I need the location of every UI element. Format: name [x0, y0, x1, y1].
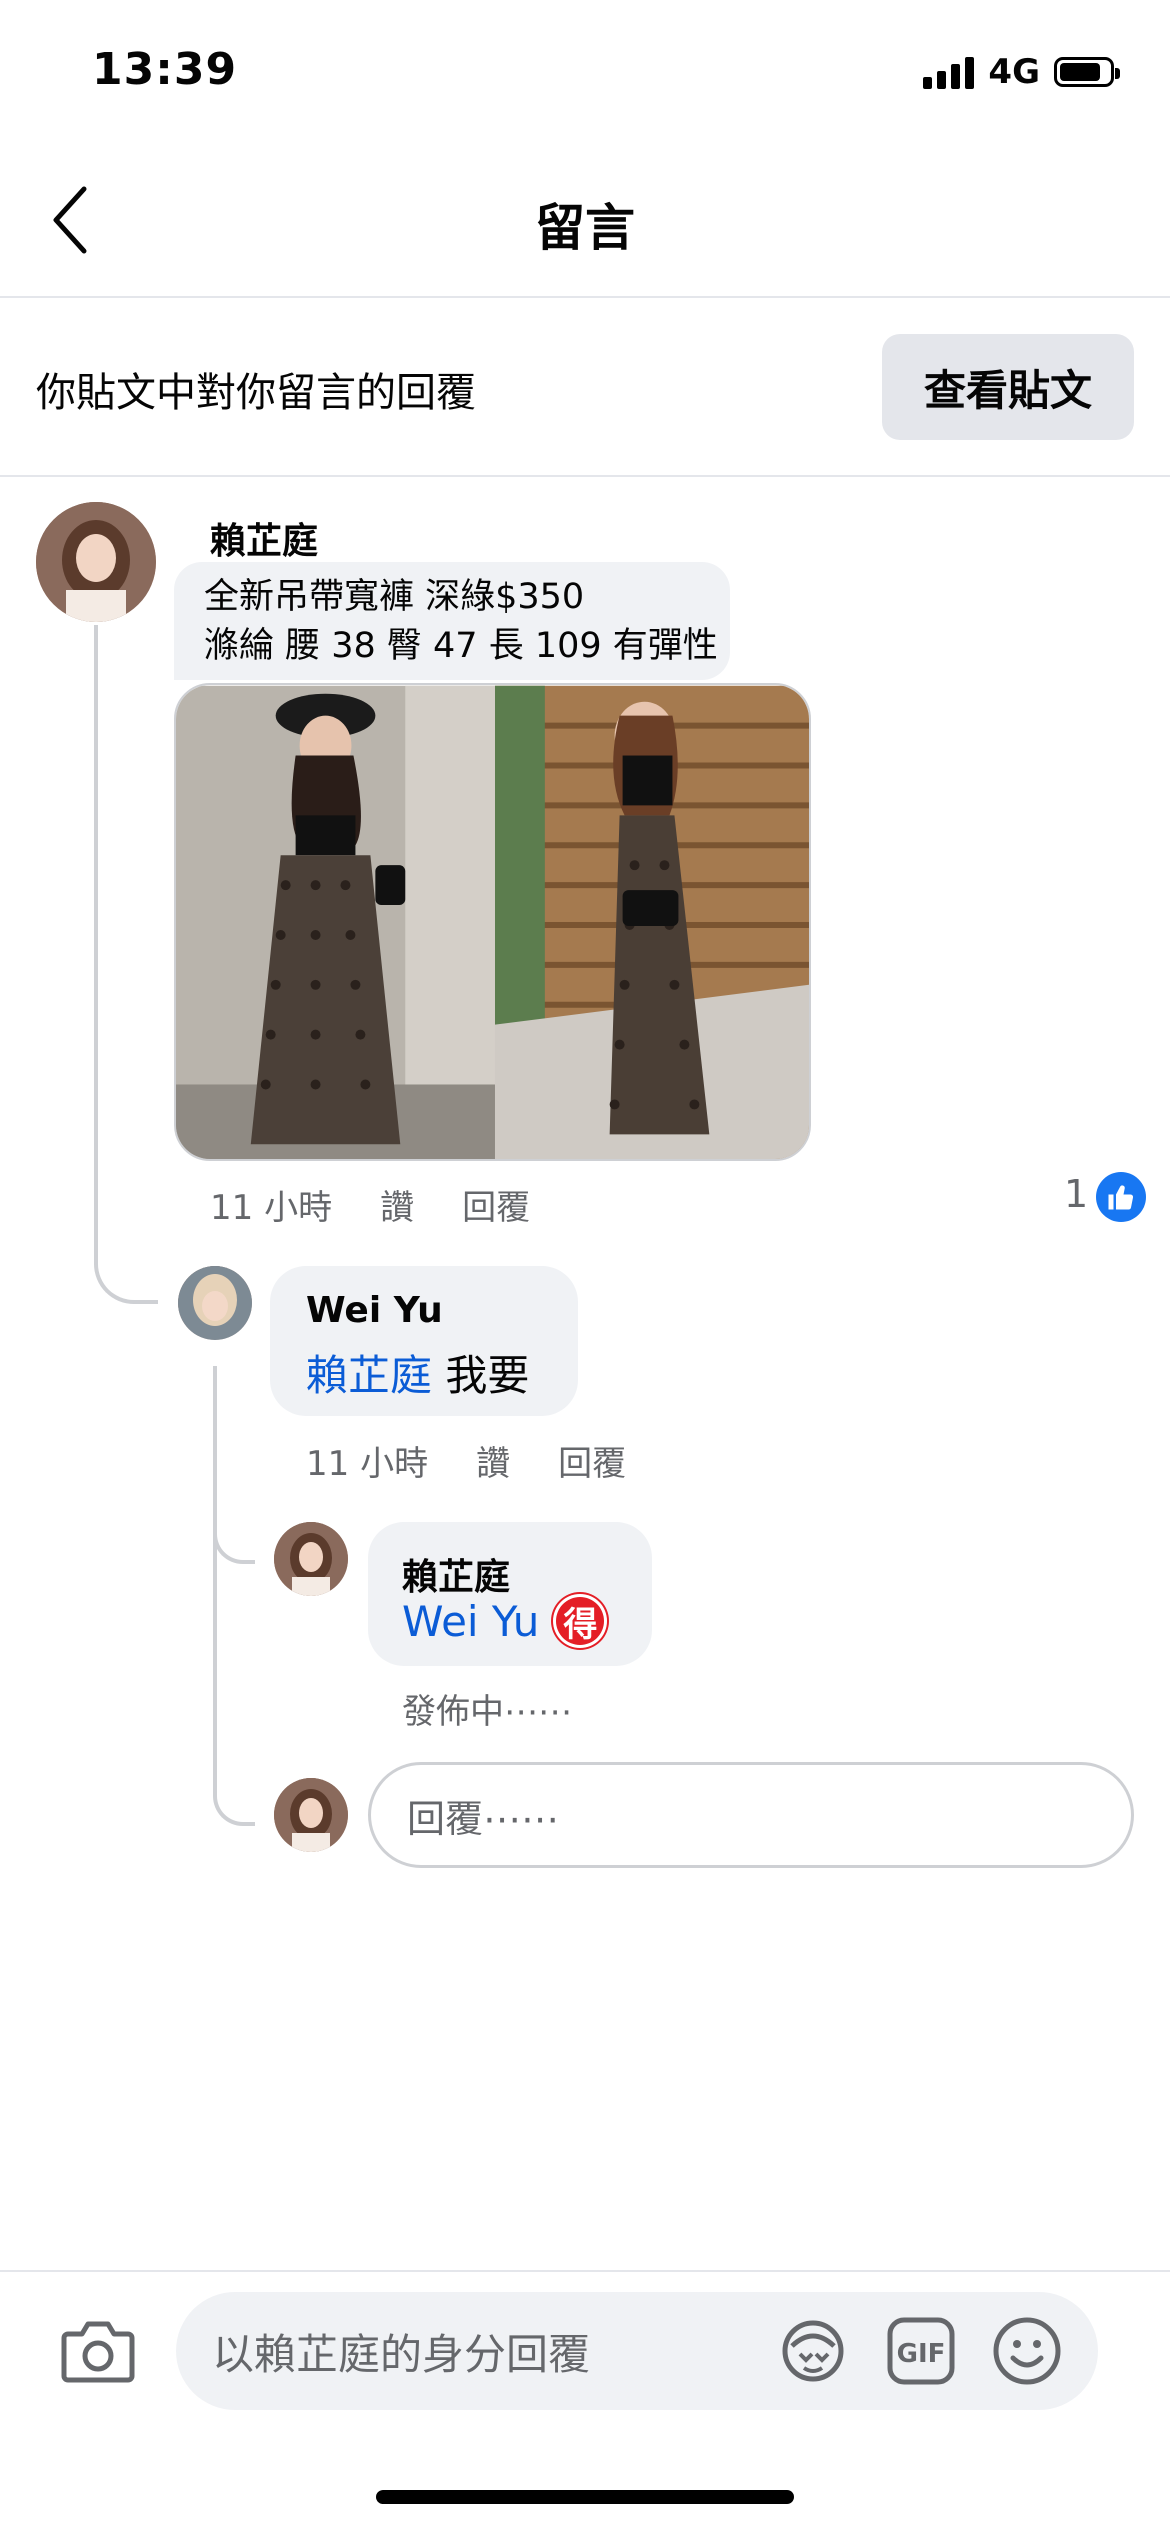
comment-actions: 11 小時 讚 回覆 [210, 1180, 578, 1229]
mention-link[interactable]: 賴芷庭 [306, 1351, 432, 1400]
view-post-button[interactable]: 查看貼文 [882, 334, 1134, 440]
emoji-icon[interactable] [992, 2316, 1062, 2386]
banner-divider [0, 475, 1170, 477]
comment-text-line1: 全新吊帶寬褲 深綠$350 [204, 577, 585, 617]
compose-placeholder: 以賴芷庭的身分回覆 [212, 2329, 591, 2379]
compose-input[interactable]: 以賴芷庭的身分回覆 [176, 2292, 1098, 2410]
avatar [274, 1778, 348, 1852]
reply-actions: 11 小時 讚 回覆 [306, 1436, 674, 1485]
photo-right [494, 685, 809, 1159]
svg-text:GIF: GIF [897, 2339, 946, 2369]
camera-icon[interactable] [60, 2316, 136, 2386]
reply-time: 11 小時 [306, 1444, 429, 1484]
sticker-icon[interactable] [778, 2316, 848, 2386]
reaction-count[interactable]: 1 [1064, 1172, 1088, 1216]
home-indicator [376, 2490, 794, 2504]
reply-author[interactable]: 賴芷庭 [402, 1548, 510, 1600]
reply-text: 賴芷庭 我要 [306, 1342, 529, 1403]
banner-text: 你貼文中對你留言的回覆 [36, 370, 476, 416]
thread-connector [213, 1760, 255, 1826]
reply-input[interactable]: 回覆⋯⋯ [368, 1762, 1134, 1868]
posting-status: 發佈中⋯⋯ [402, 1692, 572, 1732]
avatar[interactable] [36, 502, 156, 622]
comment-time: 11 小時 [210, 1188, 333, 1228]
header-divider [0, 296, 1170, 298]
signal-icon [923, 55, 975, 89]
gif-icon[interactable]: GIF [886, 2316, 956, 2386]
comment-text-line2: 滌綸 腰 38 臀 47 長 109 有彈性 [204, 626, 718, 666]
thread-connector [94, 1220, 158, 1304]
reply-reply-button[interactable]: 回覆 [558, 1436, 626, 1485]
comment-author[interactable]: 賴芷庭 [210, 512, 318, 564]
thread-connector [213, 1500, 255, 1564]
status-indicators: 4G [923, 52, 1120, 92]
photo-left [176, 685, 495, 1159]
thread-line [213, 1366, 217, 1766]
reply-message: 我要 [445, 1351, 530, 1400]
like-icon[interactable] [1096, 1172, 1146, 1222]
status-time: 13:39 [92, 44, 238, 95]
badge-icon: 得 [553, 1594, 608, 1648]
composer-divider [0, 2270, 1170, 2272]
avatar[interactable] [178, 1266, 252, 1340]
comment-reply-button[interactable]: 回覆 [462, 1180, 530, 1229]
mention-link[interactable]: Wei Yu [402, 1597, 539, 1646]
avatar[interactable] [274, 1522, 348, 1596]
page-title: 留言 [535, 199, 635, 257]
comment-like-button[interactable]: 讚 [380, 1180, 414, 1229]
thread-line [94, 625, 98, 1265]
reply-text: Wei Yu 得 [402, 1594, 608, 1648]
battery-icon [1054, 57, 1120, 87]
comment-photo[interactable] [174, 683, 811, 1161]
network-label: 4G [988, 52, 1040, 92]
reply-like-button[interactable]: 讚 [476, 1436, 510, 1485]
reply-author[interactable]: Wei Yu [306, 1290, 443, 1331]
